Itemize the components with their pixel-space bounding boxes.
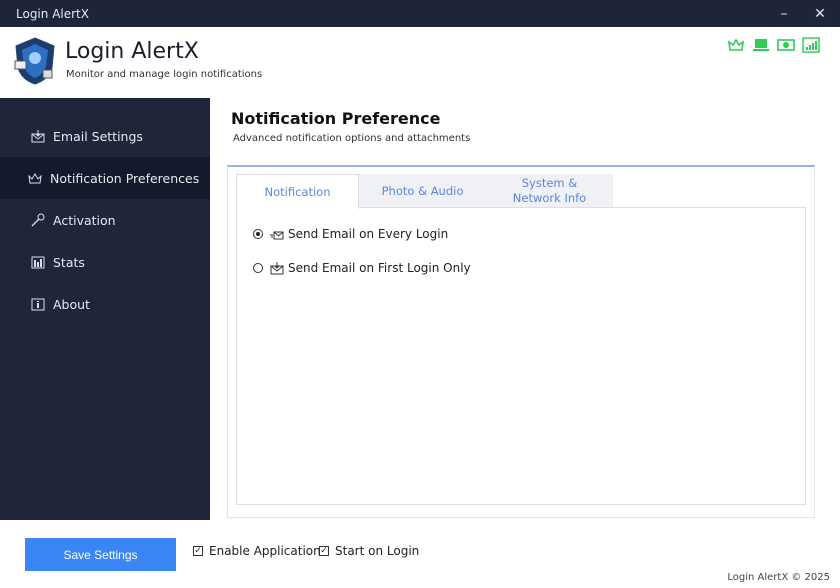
- option-label: Send Email on First Login Only: [288, 261, 471, 275]
- chart-icon: [31, 256, 45, 268]
- tab-photo-audio[interactable]: Photo & Audio: [359, 174, 486, 208]
- sidebar: Email Settings Notification Preferences …: [0, 98, 210, 520]
- minimize-button[interactable]: –: [772, 4, 796, 24]
- tab-content: [236, 207, 806, 505]
- close-button[interactable]: ✕: [808, 4, 832, 24]
- app-subtitle: Monitor and manage login notifications: [66, 69, 263, 80]
- sidebar-item-label: Activation: [53, 212, 116, 228]
- start-on-login-checkbox[interactable]: ✓ Start on Login: [319, 544, 419, 558]
- save-settings-button[interactable]: Save Settings: [25, 538, 176, 571]
- sidebar-item-label: About: [53, 296, 90, 312]
- enable-application-checkbox[interactable]: ✓ Enable Application: [193, 544, 321, 558]
- email-icon: [31, 129, 45, 142]
- crown-icon: [28, 172, 42, 183]
- sidebar-item-label: Stats: [53, 254, 85, 270]
- crown-icon: [727, 38, 745, 51]
- window-title: Login AlertX: [16, 7, 89, 21]
- info-icon: [31, 298, 45, 310]
- page-subtitle: Advanced notification options and attach…: [233, 133, 471, 144]
- checkbox-checked[interactable]: ✓: [193, 546, 203, 556]
- money-icon: [777, 39, 795, 51]
- sidebar-item-label: Email Settings: [53, 128, 143, 144]
- laptop-icon: [753, 39, 769, 51]
- signal-icon: [802, 37, 820, 53]
- key-icon: [31, 213, 45, 227]
- tab-system-network-info[interactable]: System & Network Info: [486, 174, 613, 208]
- tab-notification[interactable]: Notification: [236, 174, 359, 209]
- page-title: Notification Preference: [231, 109, 441, 128]
- checkbox-checked[interactable]: ✓: [319, 546, 329, 556]
- checkbox-label: Enable Application: [209, 544, 321, 558]
- radio-selected[interactable]: [253, 229, 263, 239]
- shield-logo-icon: [14, 37, 55, 85]
- radio-unselected[interactable]: [253, 263, 263, 273]
- option-label: Send Email on Every Login: [288, 227, 449, 241]
- sidebar-item-about[interactable]: About: [0, 283, 210, 325]
- radio-first-login[interactable]: Send Email on First Login Only: [253, 261, 471, 275]
- sidebar-item-notification-preferences[interactable]: Notification Preferences: [0, 157, 210, 199]
- checkbox-label: Start on Login: [335, 544, 420, 558]
- app-title: Login AlertX: [65, 39, 199, 64]
- sidebar-item-activation[interactable]: Activation: [0, 199, 210, 241]
- sidebar-item-email-settings[interactable]: Email Settings: [0, 115, 210, 157]
- sidebar-item-stats[interactable]: Stats: [0, 241, 210, 283]
- email-download-icon: [270, 261, 284, 274]
- sidebar-item-label: Notification Preferences: [50, 170, 200, 186]
- email-fast-icon: [270, 231, 284, 239]
- copyright: Login AlertX © 2025: [727, 572, 830, 583]
- title-bar: Login AlertX – ✕: [0, 0, 840, 27]
- radio-every-login[interactable]: Send Email on Every Login: [253, 227, 448, 241]
